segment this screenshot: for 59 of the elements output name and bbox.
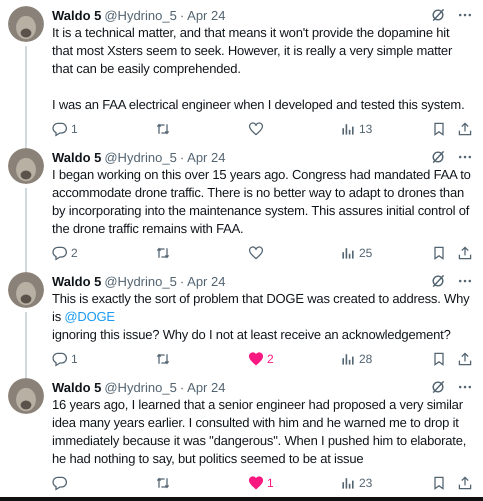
slashed-circle-icon[interactable] <box>430 273 446 289</box>
views-icon[interactable] <box>340 475 356 491</box>
post-text: ignoring this issue? Why do I not at least receive an acknowledgement? <box>52 326 452 344</box>
repost-icon[interactable] <box>155 121 171 137</box>
author-handle[interactable]: @Hydrino_5 <box>104 380 177 394</box>
post-text: I was an FAA electrical engineer when I developed and tested this system. <box>52 96 466 114</box>
view-count: 25 <box>359 246 372 260</box>
repost-icon[interactable] <box>155 351 171 367</box>
share-icon[interactable] <box>457 475 473 491</box>
post-date[interactable]: Apr 24 <box>187 150 226 164</box>
author-handle[interactable]: @Hydrino_5 <box>104 8 177 22</box>
post-text: I began working on this over 15 years ago. Congress had mandated FAA to accommodate drone traffic. There is no better way to adapt to drones than by incorporating into the maintenance system. This assures initial control of the drone traffic remains with FAA. <box>52 166 472 238</box>
avatar[interactable] <box>8 6 44 42</box>
heart-icon[interactable] <box>248 351 264 367</box>
author-handle[interactable]: @Hydrino_5 <box>104 274 177 288</box>
view-count: 28 <box>359 352 372 366</box>
author-name[interactable]: Waldo 5 <box>52 8 102 22</box>
view-count: 13 <box>359 122 372 136</box>
author-name[interactable]: Waldo 5 <box>52 150 102 164</box>
post-text: It is a technical matter, and that means it won't provide the dopamine hit that most Xsters seem to seek. However, it is really a very simple matter that can be easily comprehended. <box>52 24 454 78</box>
slashed-circle-icon[interactable] <box>430 379 446 395</box>
separator-dot: · <box>180 380 184 394</box>
separator-dot: · <box>180 8 184 22</box>
views-icon[interactable] <box>340 351 356 367</box>
post-date[interactable]: Apr 24 <box>187 8 226 22</box>
share-icon[interactable] <box>457 245 473 261</box>
share-icon[interactable] <box>457 121 473 137</box>
avatar[interactable] <box>8 378 44 414</box>
reply-icon[interactable] <box>52 351 68 367</box>
reply-icon[interactable] <box>52 475 68 491</box>
heart-icon[interactable] <box>248 121 264 137</box>
post-date[interactable]: Apr 24 <box>187 380 226 394</box>
reply-icon[interactable] <box>52 245 68 261</box>
author-name[interactable]: Waldo 5 <box>52 274 102 288</box>
reply-count: 1 <box>71 122 78 136</box>
reply-icon[interactable] <box>52 121 68 137</box>
repost-icon[interactable] <box>155 245 171 261</box>
author-name[interactable]: Waldo 5 <box>52 380 102 394</box>
heart-icon[interactable] <box>248 245 264 261</box>
post-date[interactable]: Apr 24 <box>187 274 226 288</box>
reply-count: 2 <box>71 246 78 260</box>
like-count: 2 <box>267 352 274 366</box>
share-icon[interactable] <box>457 351 473 367</box>
view-count: 23 <box>359 476 372 490</box>
avatar[interactable] <box>8 148 44 184</box>
separator-dot: · <box>180 274 184 288</box>
separator-dot: · <box>180 150 184 164</box>
author-handle[interactable]: @Hydrino_5 <box>104 150 177 164</box>
reply-count: 1 <box>71 352 78 366</box>
post-text: This is exactly the sort of problem that DOGE was created to address. Why is @DOGE <box>52 290 470 326</box>
views-icon[interactable] <box>340 121 356 137</box>
post-text: 16 years ago, I learned that a senior engineer had proposed a very similar idea many years earlier. I consulted with him and he warned me to drop it immediately because it was "dangerous". When I pushed him to elaborate, he had nothing to say, but politics seemed to be at issue <box>52 396 468 468</box>
avatar[interactable] <box>8 272 44 308</box>
slashed-circle-icon[interactable] <box>430 149 446 165</box>
heart-icon[interactable] <box>248 475 264 491</box>
repost-icon[interactable] <box>155 475 171 491</box>
views-icon[interactable] <box>340 245 356 261</box>
like-count: 1 <box>267 476 274 490</box>
slashed-circle-icon[interactable] <box>430 7 446 23</box>
